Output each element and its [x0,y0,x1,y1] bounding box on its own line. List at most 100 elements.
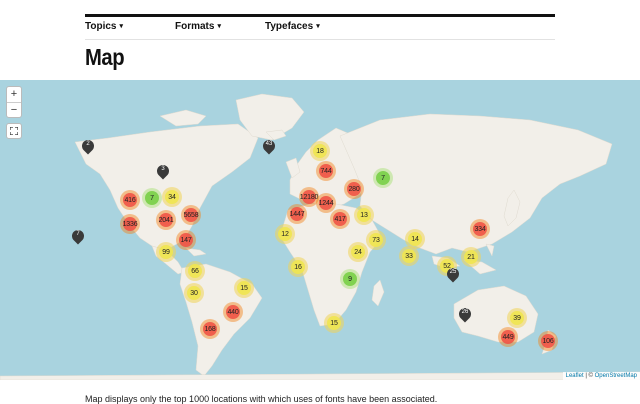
location-cluster[interactable]: 106 [538,331,558,351]
cluster-count: 15 [237,281,251,295]
location-cluster[interactable]: 417 [330,209,350,229]
location-cluster[interactable]: 334 [470,219,490,239]
cluster-count: 7 [376,171,390,185]
cluster-count: 1447 [290,207,305,221]
cluster-count: 21 [464,250,478,264]
location-cluster[interactable]: 5658 [181,205,201,225]
map-marker-pin[interactable]: 43 [260,137,278,157]
chevron-down-icon: ▾ [217,23,221,30]
location-cluster[interactable]: 744 [316,161,336,181]
cluster-count: 280 [347,182,361,196]
location-cluster[interactable]: 99 [156,242,176,262]
chevron-down-icon: ▾ [119,23,123,30]
copyright-symbol: © [588,373,593,379]
location-cluster[interactable]: 147 [176,230,196,250]
marker-count: 7 [76,231,80,237]
zoom-out-button[interactable]: − [7,103,21,118]
nav-formats[interactable]: Formats ▾ [175,21,221,32]
cluster-count: 417 [333,212,347,226]
chevron-down-icon: ▾ [316,23,320,30]
cluster-count: 9 [343,272,357,286]
map-marker-pin[interactable]: 3 [154,162,172,182]
cluster-count: 12180 [300,190,318,204]
map-marker-pin[interactable]: 2 [79,137,97,157]
zoom-control: + − [6,86,22,118]
openstreetmap-link[interactable]: OpenStreetMap [595,373,637,379]
location-cluster[interactable]: 2041 [156,210,176,230]
cluster-count: 106 [541,334,555,348]
cluster-count: 168 [203,322,217,336]
marker-count: 3 [161,166,165,172]
location-cluster[interactable]: 9 [340,269,360,289]
location-cluster[interactable]: 24 [348,242,368,262]
cluster-count: 440 [226,305,240,319]
marker-count: 2 [86,141,90,147]
location-cluster[interactable]: 16 [288,257,308,277]
location-cluster[interactable]: 1447 [287,204,307,224]
location-cluster[interactable]: 13 [354,205,374,225]
map-marker-pin[interactable]: 25 [444,265,462,285]
location-cluster[interactable]: 15 [324,313,344,333]
nav-typefaces-label: Typefaces [265,21,314,32]
cluster-count: 147 [179,233,193,247]
nav-typefaces[interactable]: Typefaces ▾ [265,21,320,32]
cluster-count: 1336 [123,217,138,231]
location-cluster[interactable]: 39 [507,308,527,328]
cluster-count: 16 [291,260,305,274]
location-cluster[interactable]: 21 [461,247,481,267]
location-cluster[interactable]: 18 [310,141,330,161]
marker-count: 26 [461,309,469,315]
attribution-separator: | [585,373,587,379]
page-title: Map [85,44,125,70]
location-cluster[interactable]: 73 [366,230,386,250]
location-cluster[interactable]: 12 [275,224,295,244]
location-cluster[interactable]: 66 [185,261,205,281]
cluster-count: 449 [501,330,515,344]
marker-count: 43 [265,141,273,147]
nav-topics[interactable]: Topics ▾ [85,21,123,32]
cluster-count: 334 [473,222,487,236]
cluster-count: 13 [357,208,371,222]
cluster-count: 2041 [159,213,174,227]
location-cluster[interactable]: 1336 [120,214,140,234]
cluster-count: 73 [369,233,383,247]
nav-topics-label: Topics [85,21,117,32]
map-attribution: Leaflet | © OpenStreetMap [562,372,640,380]
location-cluster[interactable]: 7 [373,168,393,188]
fullscreen-button[interactable] [6,123,22,139]
map-footnote: Map displays only the top 1000 locations… [85,394,438,404]
zoom-in-button[interactable]: + [7,87,21,102]
cluster-count: 18 [313,144,327,158]
location-cluster[interactable]: 7 [142,188,162,208]
marker-count: 25 [449,269,457,275]
cluster-count: 15 [327,316,341,330]
fullscreen-icon [10,127,18,135]
location-cluster[interactable]: 416 [120,190,140,210]
cluster-count: 33 [402,249,416,263]
location-cluster[interactable]: 440 [223,302,243,322]
cluster-count: 14 [408,232,422,246]
location-cluster[interactable]: 33 [399,246,419,266]
location-cluster[interactable]: 168 [200,319,220,339]
nav-formats-label: Formats [175,21,215,32]
location-cluster[interactable]: 15 [234,278,254,298]
cluster-count: 7 [145,191,159,205]
leaflet-link[interactable]: Leaflet [566,373,584,379]
cluster-count: 24 [351,245,365,259]
cluster-count: 416 [123,193,137,207]
cluster-count: 1244 [319,196,334,210]
cluster-count: 744 [319,164,333,178]
world-map[interactable]: + − 416 7 34 1336 2041 5658 147 99 66 15… [0,80,640,380]
map-marker-pin[interactable]: 26 [456,305,474,325]
cluster-count: 39 [510,311,524,325]
cluster-count: 34 [165,190,179,204]
cluster-count: 99 [159,245,173,259]
top-navigation: Topics ▾ Formats ▾ Typefaces ▾ [85,14,555,40]
cluster-count: 5658 [184,208,199,222]
cluster-count: 12 [278,227,292,241]
location-cluster[interactable]: 449 [498,327,518,347]
location-cluster[interactable]: 34 [162,187,182,207]
location-cluster[interactable]: 280 [344,179,364,199]
location-cluster[interactable]: 30 [184,283,204,303]
map-marker-pin[interactable]: 7 [69,227,87,247]
